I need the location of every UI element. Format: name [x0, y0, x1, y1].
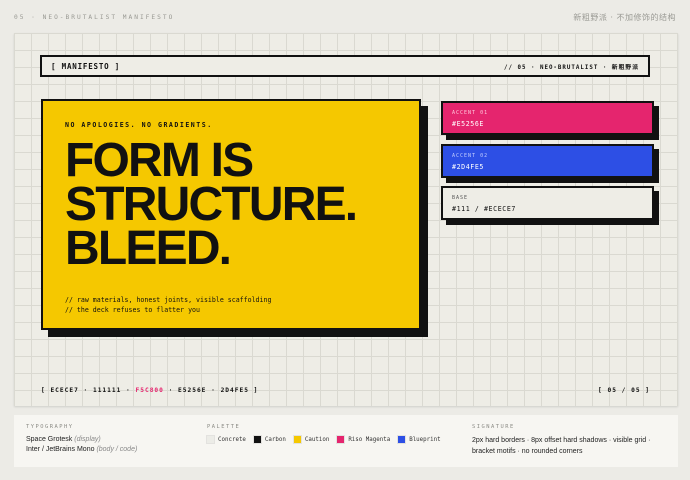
palette-name: Caution [304, 436, 330, 443]
headline-line: BLEED. [65, 222, 232, 275]
hero-card: NO APOLOGIES. NO GRADIENTS. FORM IS STRU… [41, 99, 421, 330]
slide-canvas: [ MANIFESTO ] // 05 · NEO-BRUTALIST · 新粗… [14, 33, 678, 406]
swatch-hex: #111 / #ECECE7 [452, 205, 516, 213]
slide-title-bar: [ MANIFESTO ] // 05 · NEO-BRUTALIST · 新粗… [40, 55, 650, 77]
swatch-label: BASE [452, 195, 469, 201]
typography-body: Inter / JetBrains Mono (body / code) [26, 445, 137, 455]
headline-line: FORM IS [65, 134, 254, 187]
palette-name: Carbon [264, 436, 286, 443]
signature-section: SIGNATURE 2px hard borders · 8px offset … [472, 424, 672, 457]
font-name: Inter / JetBrains Mono [26, 446, 95, 453]
headline-line: STRUCTURE. [65, 178, 358, 231]
slide-section: // 05 · NEO-BRUTALIST · 新粗野派 [504, 64, 639, 71]
page-number: [ 05 / 05 ] [598, 387, 650, 394]
palette-name: Blueprint [409, 436, 441, 443]
palette-item: Carbon [252, 435, 286, 444]
swatch-base: BASE #111 / #ECECE7 [441, 186, 654, 220]
hero-kicker: NO APOLOGIES. NO GRADIENTS. [65, 121, 213, 129]
hero-headline: FORM IS STRUCTURE. BLEED. [65, 134, 358, 275]
palette-item: Concrete [206, 435, 246, 444]
palette-item: Blueprint [397, 435, 441, 444]
swatch-hex: #2D4FE5 [452, 163, 484, 171]
codes-highlight: F5C800 [135, 387, 164, 394]
palette-item: Riso Magenta [336, 435, 391, 444]
color-chip [206, 435, 215, 444]
color-chip [336, 435, 346, 444]
swatch-label: ACCENT 02 [452, 153, 489, 159]
font-name: Space Grotesk [26, 436, 73, 443]
slide-title: [ MANIFESTO ] [51, 61, 121, 71]
typography-display: Space Grotesk (display) [26, 435, 137, 445]
codes-post: · E5256E · 2D4FE5 ] [163, 387, 259, 394]
color-chip [292, 435, 302, 444]
deck-label: 05 · NEO-BRUTALIST MANIFESTO [14, 14, 175, 21]
signature-text: 2px hard borders · 8px offset hard shado… [472, 437, 651, 455]
swatch-hex: #E5256E [452, 120, 484, 128]
swatch-accent-01: ACCENT 01 #E5256E [441, 101, 654, 135]
color-chip [252, 435, 262, 444]
info-panel: TYPOGRAPHY Space Grotesk (display) Inter… [14, 415, 678, 467]
note-line: // the deck refuses to flatter you [65, 306, 200, 314]
color-chip [397, 435, 407, 444]
palette-name: Concrete [218, 436, 246, 443]
section-heading: PALETTE [207, 424, 241, 430]
palette-item: Caution [292, 435, 330, 444]
section-heading: SIGNATURE [472, 424, 515, 430]
note-line: // raw materials, honest joints, visible… [65, 296, 272, 304]
font-role: (display) [74, 436, 101, 443]
deck-subtitle: 新粗野派 · 不加修饰的结构 [573, 13, 676, 22]
typography-section: TYPOGRAPHY Space Grotesk (display) Inter… [26, 424, 137, 455]
section-heading: TYPOGRAPHY [26, 424, 74, 430]
palette-list: Concrete Carbon Caution Riso Magenta Bluepri… [206, 435, 449, 444]
hero-notes: // raw materials, honest joints, visible… [65, 295, 271, 315]
swatch-accent-02: ACCENT 02 #2D4FE5 [441, 144, 654, 178]
palette-section: PALETTE Concrete Carbon Caution Riso Magent… [206, 424, 449, 444]
palette-name: Riso Magenta [348, 436, 391, 443]
swatch-label: ACCENT 01 [452, 110, 489, 116]
font-role: (body / code) [96, 446, 138, 453]
codes-pre: [ ECECE7 · 111111 · [41, 387, 136, 394]
color-codes: [ ECECE7 · 111111 · F5C800 · E5256E · 2D… [41, 387, 258, 394]
